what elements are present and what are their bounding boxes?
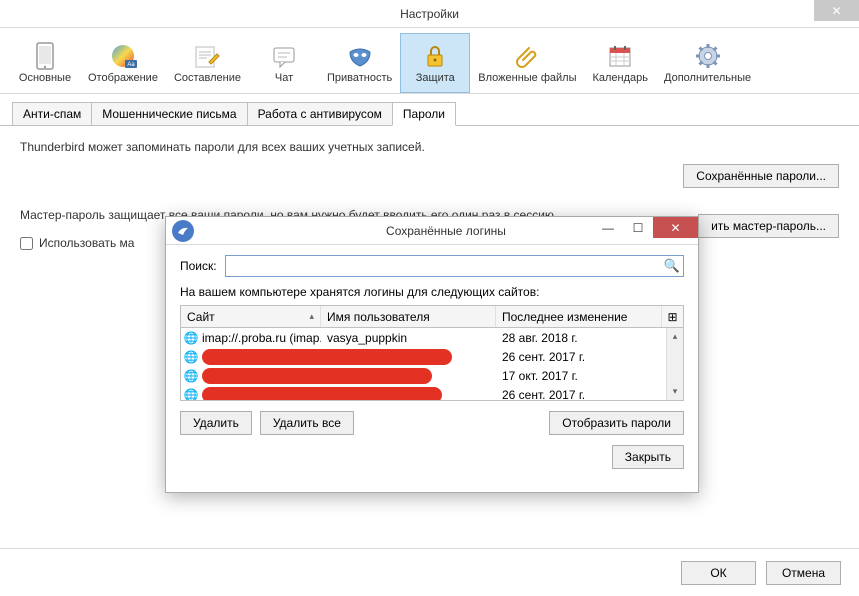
toolbar-label: Календарь	[592, 72, 648, 84]
lock-icon	[421, 42, 449, 70]
col-header-date[interactable]: Последнее изменение	[496, 306, 661, 327]
cancel-button[interactable]: Отмена	[766, 561, 841, 585]
toolbar-general[interactable]: Основные	[10, 33, 80, 93]
row-date: 26 сент. 2017 г.	[496, 388, 683, 402]
saved-passwords-button[interactable]: Сохранённые пароли...	[683, 164, 839, 188]
use-master-label: Использовать ма	[39, 236, 134, 250]
table-row[interactable]: 🌐 17 окт. 2017 г.	[181, 366, 683, 385]
row-user: vasya_puppkin	[321, 331, 496, 345]
remember-text: Thunderbird может запоминать пароли для …	[20, 140, 839, 154]
gear-icon	[694, 42, 722, 70]
logins-table: Сайт▴ Имя пользователя Последнее изменен…	[180, 305, 684, 401]
toolbar-display[interactable]: Aa Отображение	[80, 33, 166, 93]
search-input[interactable]	[225, 255, 684, 277]
dialog-maximize-button[interactable]: ☐	[623, 217, 653, 238]
toolbar-composition[interactable]: Составление	[166, 33, 249, 93]
show-passwords-button[interactable]: Отобразить пароли	[549, 411, 684, 435]
row-date: 26 сент. 2017 г.	[496, 350, 683, 364]
tab-antivirus[interactable]: Работа с антивирусом	[247, 102, 393, 125]
globe-icon: 🌐	[184, 331, 198, 345]
paperclip-icon	[513, 42, 541, 70]
calendar-icon	[606, 42, 634, 70]
sort-asc-icon: ▴	[309, 311, 314, 322]
use-master-checkbox[interactable]	[20, 237, 33, 250]
toolbar-label: Чат	[275, 72, 293, 84]
dialog-minimize-button[interactable]: —	[593, 217, 623, 238]
toolbar-label: Вложенные файлы	[478, 72, 576, 84]
scroll-down-button[interactable]: ▾	[667, 383, 683, 400]
tab-antispam[interactable]: Анти-спам	[12, 102, 92, 125]
row-date: 17 окт. 2017 г.	[496, 369, 683, 383]
col-header-site[interactable]: Сайт▴	[181, 306, 321, 327]
tab-scam[interactable]: Мошеннические письма	[91, 102, 247, 125]
tabs-row: Анти-спам Мошеннические письма Работа с …	[0, 94, 859, 126]
globe-icon: 🌐	[184, 388, 198, 402]
col-header-user[interactable]: Имя пользователя	[321, 306, 496, 327]
toolbar-advanced[interactable]: Дополнительные	[656, 33, 759, 93]
thunderbird-icon	[172, 220, 194, 242]
toolbar-chat[interactable]: Чат	[249, 33, 319, 93]
change-master-button[interactable]: ить мастер-пароль...	[698, 214, 839, 238]
toolbar-label: Составление	[174, 72, 241, 84]
mask-icon	[346, 42, 374, 70]
scroll-up-button[interactable]: ▴	[667, 328, 683, 345]
search-label: Поиск:	[180, 259, 217, 273]
redacted-content	[202, 387, 442, 402]
saved-logins-dialog: Сохранённые логины — ☐ ✕ Поиск: 🔍 На ваш…	[165, 216, 699, 493]
table-row[interactable]: 🌐 26 сент. 2017 г.	[181, 385, 683, 401]
table-scrollbar[interactable]: ▴ ▾	[666, 328, 683, 400]
dialog-close-button[interactable]: ✕	[653, 217, 698, 238]
toolbar-privacy[interactable]: Приватность	[319, 33, 400, 93]
globe-icon: 🌐	[184, 369, 198, 383]
phone-icon	[31, 42, 59, 70]
toolbar: Основные Aa Отображение Составление Чат …	[0, 28, 859, 94]
tab-passwords[interactable]: Пароли	[392, 102, 456, 126]
delete-all-button[interactable]: Удалить все	[260, 411, 354, 435]
row-site-text: imap://.proba.ru (imap...	[202, 331, 321, 345]
toolbar-security[interactable]: Защита	[400, 33, 470, 93]
table-row[interactable]: 🌐 26 сент. 2017 г.	[181, 347, 683, 366]
svg-text:Aa: Aa	[127, 62, 135, 68]
toolbar-calendar[interactable]: Календарь	[584, 33, 656, 93]
main-footer: ОК Отмена	[0, 548, 859, 596]
globe-icon: 🌐	[184, 350, 198, 364]
delete-button[interactable]: Удалить	[180, 411, 252, 435]
toolbar-label: Отображение	[88, 72, 158, 84]
redacted-content	[202, 349, 452, 365]
dialog-description: На вашем компьютере хранятся логины для …	[180, 285, 684, 299]
main-titlebar: Настройки ✕	[0, 0, 859, 28]
window-close-button[interactable]: ✕	[814, 0, 859, 21]
table-row[interactable]: 🌐 imap://.proba.ru (imap...vasya_puppkin2…	[181, 328, 683, 347]
palette-icon: Aa	[109, 42, 137, 70]
dialog-titlebar[interactable]: Сохранённые логины — ☐ ✕	[166, 217, 698, 245]
toolbar-label: Приватность	[327, 72, 392, 84]
chat-icon	[270, 42, 298, 70]
toolbar-label: Защита	[416, 72, 455, 84]
toolbar-label: Дополнительные	[664, 72, 751, 84]
ok-button[interactable]: ОК	[681, 561, 756, 585]
row-date: 28 авг. 2018 г.	[496, 331, 683, 345]
col-picker-button[interactable]: ⊞	[661, 306, 683, 327]
redacted-content	[202, 368, 432, 384]
window-title: Настройки	[400, 7, 459, 21]
compose-icon	[193, 42, 221, 70]
toolbar-attachments[interactable]: Вложенные файлы	[470, 33, 584, 93]
dialog-close-btn[interactable]: Закрыть	[612, 445, 684, 469]
toolbar-label: Основные	[19, 72, 71, 84]
